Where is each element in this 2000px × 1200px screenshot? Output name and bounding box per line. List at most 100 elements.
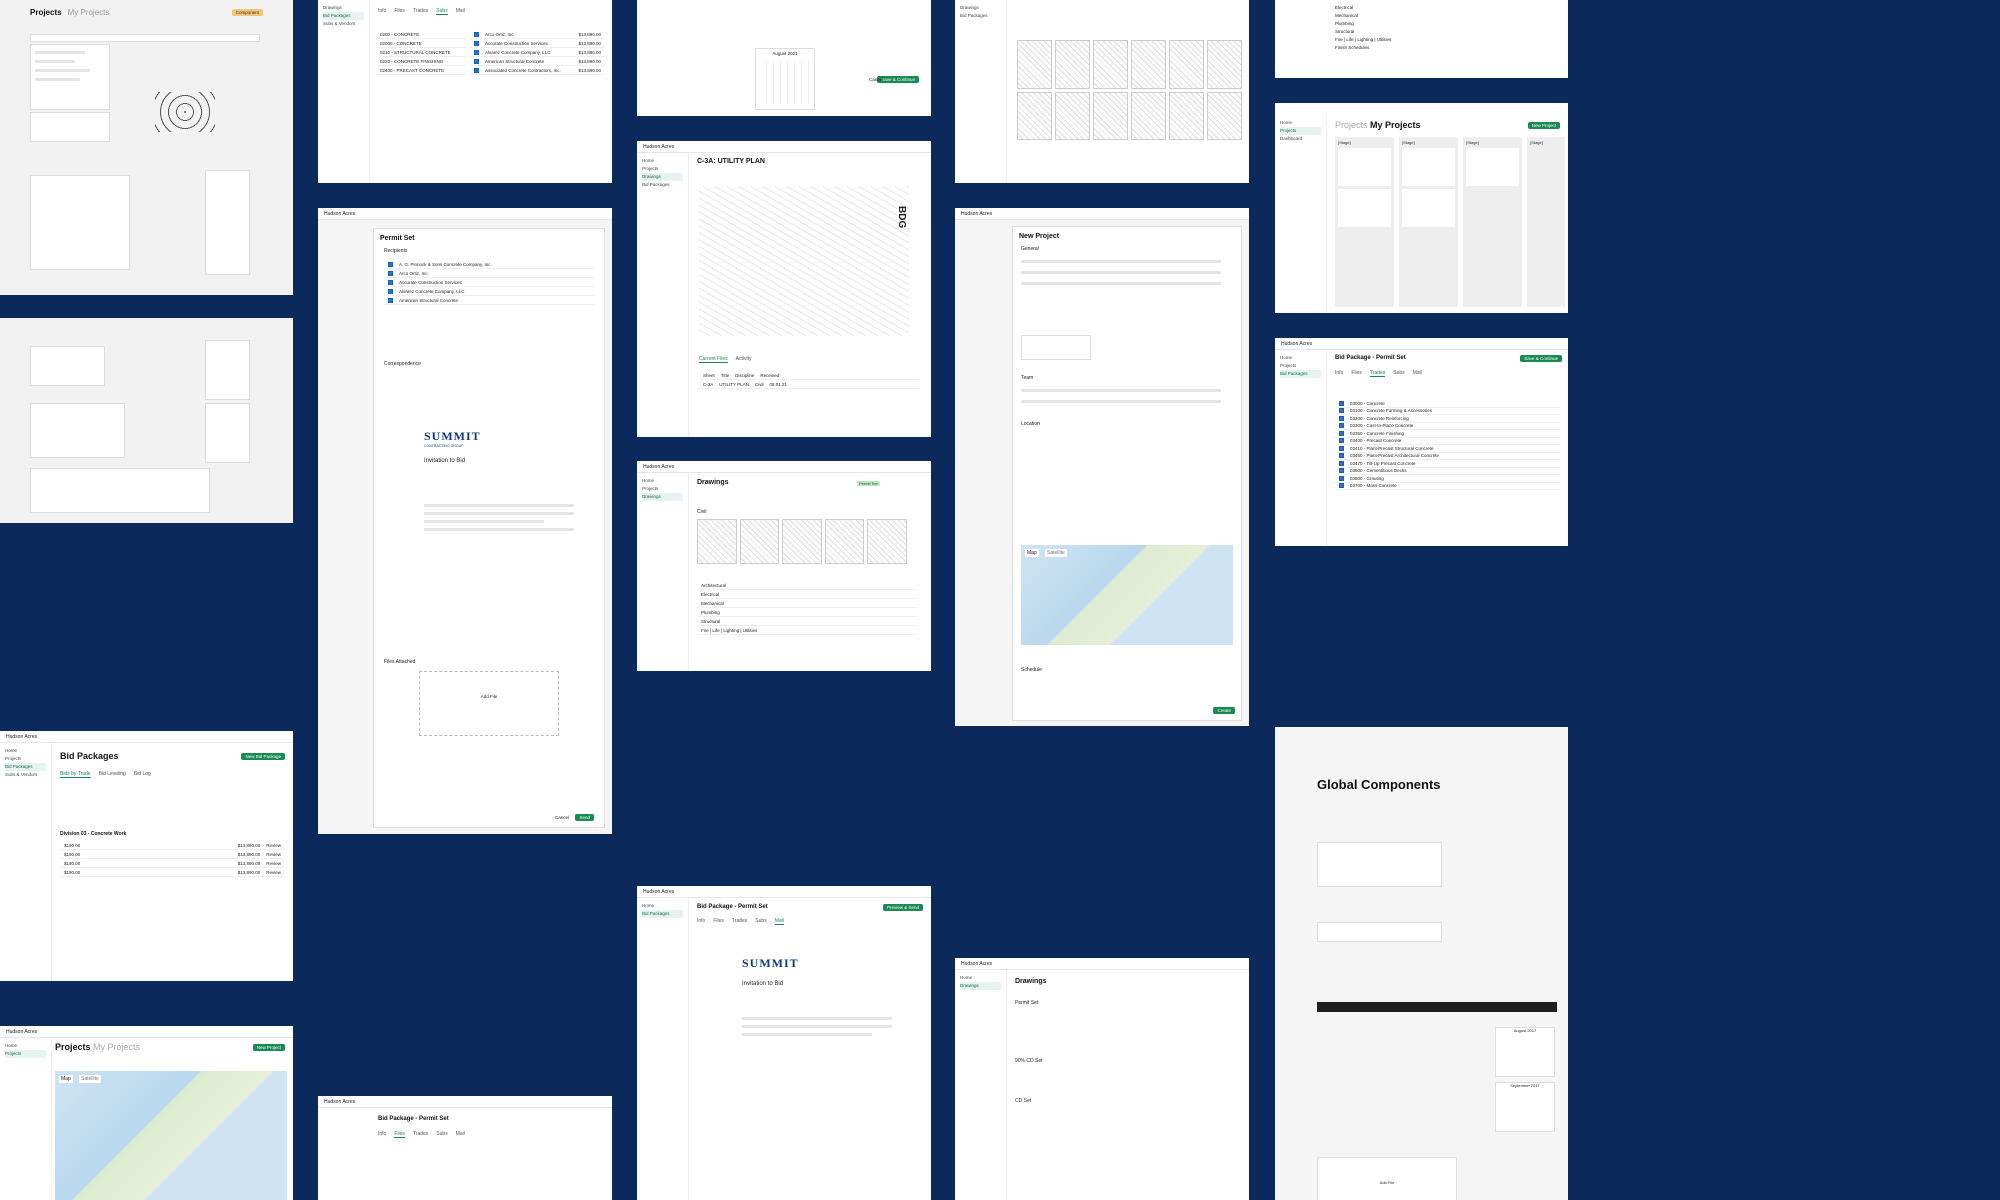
save-continue-button[interactable]: Save & Continue <box>877 76 919 83</box>
bid-package-trades-card: Hudson Acres Home Projects Bid Packages Bi… <box>1275 338 1568 546</box>
drawing-thumb[interactable] <box>782 519 822 564</box>
calendar[interactable]: August 2021 <box>755 48 815 110</box>
table-row[interactable]: American Structural Concrete <box>384 296 594 305</box>
tab-subs[interactable]: Subs <box>436 8 448 15</box>
drawings-card: Hudson Acres Home Projects Drawings Drawin… <box>637 461 931 671</box>
drawing-thumb[interactable] <box>1169 91 1204 140</box>
drawing-thumb[interactable] <box>824 519 865 564</box>
cancel-button[interactable]: Cancel <box>555 815 569 820</box>
list-item[interactable]: 03500 - Cementitious Decks <box>1335 468 1560 475</box>
drawing-thumb[interactable] <box>1169 40 1204 89</box>
drawing-viewer[interactable]: BDG <box>699 186 909 336</box>
map[interactable]: Map Satellite <box>1021 545 1233 645</box>
list-item[interactable]: 03100 - Concrete Forming & Accessories <box>1335 408 1560 415</box>
permit-set-card: Hudson Acres Permit Set Recipients A. G.… <box>318 208 612 834</box>
list-item[interactable]: Mechanical <box>697 599 917 608</box>
tab-info[interactable]: Info <box>378 8 386 14</box>
tab-mail[interactable]: Mail <box>456 8 465 14</box>
table-row[interactable]: A. G. Pinnock & Sons Concrete Company, I… <box>384 260 594 269</box>
table-row[interactable]: Alvarez Concrete Company, LLC $13,890.00 <box>470 48 605 57</box>
discipline-list-card: Electrical Mechanical Plumbing Structural Fi… <box>1275 0 1568 78</box>
top-bar: Hudson Acres <box>318 208 612 220</box>
company-logo: SUMMIT <box>424 429 481 443</box>
list-item[interactable]: 02400 - PRECAST CONCRETE <box>376 66 466 75</box>
table-row[interactable]: Arco Ortiz, Inc. <box>384 269 594 278</box>
permit-set-modal: Permit Set Recipients A. G. Pinnock & So… <box>373 228 605 828</box>
list-item[interactable]: 03410 - Plant-Precast Structural Concret… <box>1335 445 1560 453</box>
global-components-card: Global Components Add File August 2017 S… <box>1275 727 1568 1200</box>
new-bid-package-button[interactable]: New Bid Package <box>241 753 285 760</box>
drawing-thumb[interactable] <box>867 519 907 564</box>
drawing-thumb[interactable] <box>1055 40 1090 89</box>
list-item[interactable]: Fire | Life | Lighting | Utilities <box>697 626 917 635</box>
drawing-thumb[interactable] <box>1055 91 1090 140</box>
drawing-thumb[interactable] <box>1017 40 1052 89</box>
page-title: Projects <box>30 8 62 17</box>
list-item[interactable]: 0210 - STRUCTURAL CONCRETE <box>376 48 466 57</box>
list-item[interactable]: 03450 - Plant-Precast Architectural Conc… <box>1335 453 1560 460</box>
components-list-card <box>0 318 293 523</box>
drawing-thumb[interactable] <box>1093 40 1128 89</box>
table-row[interactable]: Accurate Construction Services $13,890.00 <box>470 39 605 48</box>
projects-map-card: Hudson Acres Home Projects Projects My Pr… <box>0 1026 293 1200</box>
list-item[interactable]: 0200 - CONCRETE <box>376 30 466 39</box>
file-dropzone[interactable]: Add File <box>419 671 559 736</box>
list-item[interactable]: 03400 - Precast Concrete <box>1335 438 1560 445</box>
list-item[interactable]: 0220 - CONCRETE FINISHING <box>376 57 466 66</box>
drawings-sets-card: Hudson Acres Home Drawings Drawings Permi… <box>955 958 1249 1200</box>
drawing-thumb[interactable] <box>1093 91 1128 140</box>
bid-package-files-list-card: Hudson Acres Bid Package - Permit Set In… <box>318 1096 612 1200</box>
drawing-thumb[interactable] <box>1207 40 1242 89</box>
list-item[interactable]: Architectural <box>697 581 917 590</box>
map[interactable]: Map Satellite <box>55 1071 287 1200</box>
save-continue-button[interactable]: Save & Continue <box>1520 355 1562 362</box>
new-project-card: Hudson Acres New Project General Team Lo… <box>955 208 1249 726</box>
search-input[interactable] <box>30 34 260 42</box>
bid-packages-card: Hudson Acres Home Projects Bid Packages Sub… <box>0 731 293 981</box>
list-item[interactable]: Electrical <box>697 590 917 599</box>
list-item[interactable]: 03470 - Tilt-Up Precast Concrete <box>1335 460 1560 468</box>
table-row[interactable]: American Structural Concrete $13,890.00 <box>470 57 605 66</box>
component-button[interactable]: Component <box>231 9 263 16</box>
projects-board-card: Home Projects Dashboard Projects My Projec… <box>1275 103 1568 313</box>
drawing-thumb[interactable] <box>1207 91 1242 140</box>
create-button[interactable]: Create <box>1213 707 1235 714</box>
sidebar-sample <box>30 175 130 270</box>
table-row[interactable]: Arco Ortiz, Inc. $13,890.00 <box>470 30 605 39</box>
page-title: Global Components <box>1317 777 1441 792</box>
send-button[interactable]: Send <box>575 814 594 821</box>
popover-sample <box>205 170 250 275</box>
table-row[interactable]: Accurate Construction Services <box>384 278 594 287</box>
list-item[interactable]: 03300 - Cast-In-Place Concrete <box>1335 423 1560 430</box>
icon-grid <box>155 92 215 132</box>
list-item[interactable]: 03700 - Mass Concrete <box>1335 483 1560 490</box>
list-item[interactable]: 03200 - Concrete Reinforcing <box>1335 415 1560 423</box>
tab-my-projects[interactable]: My Projects <box>1370 120 1421 130</box>
tab-projects[interactable]: Projects <box>1335 120 1368 130</box>
new-project-button[interactable]: New Project <box>1527 122 1560 129</box>
bid-package-mail-card: Hudson Acres Home Bid Packages Bid Packag… <box>637 886 931 1200</box>
list-item[interactable]: 03600 - Grouting <box>1335 475 1560 483</box>
tab-files[interactable]: Files <box>394 8 405 14</box>
table-row[interactable]: Associated Concrete Contractors, Inc. $13… <box>470 66 605 75</box>
tab-my-projects[interactable]: My Projects <box>68 8 110 17</box>
list-item[interactable]: Plumbing <box>697 608 917 617</box>
tab-trades[interactable]: Trades <box>413 8 428 14</box>
drawing-thumb[interactable] <box>1017 91 1052 140</box>
drawing-thumb[interactable] <box>1131 40 1166 89</box>
drawing-thumb[interactable] <box>1131 91 1166 140</box>
list-item[interactable]: 02000 - CONCRETE <box>376 39 466 48</box>
new-project-modal: New Project General Team Location Map Sa… <box>1012 226 1242 721</box>
dropdown-menu-2 <box>30 112 110 142</box>
preview-send-button[interactable]: Preview & Send <box>882 904 923 911</box>
list-item[interactable]: 03350 - Concrete Finishing <box>1335 430 1560 438</box>
cancel-button[interactable]: Cancel <box>869 77 883 82</box>
dropdown-menu <box>30 44 110 110</box>
table-row[interactable]: C-3A UTILITY PLAN Civil 08.01.21 <box>699 380 919 389</box>
list-item[interactable]: Structural <box>697 617 917 626</box>
drawing-thumb[interactable] <box>697 519 737 564</box>
bid-package-files-card: Drawings Bid Packages Subs & Vendors Info F… <box>318 0 612 183</box>
list-item[interactable]: 03000 - Concrete <box>1335 400 1560 408</box>
table-row[interactable]: Alvarez Concrete Company, LLC <box>384 287 594 296</box>
drawing-thumb[interactable] <box>739 519 780 564</box>
